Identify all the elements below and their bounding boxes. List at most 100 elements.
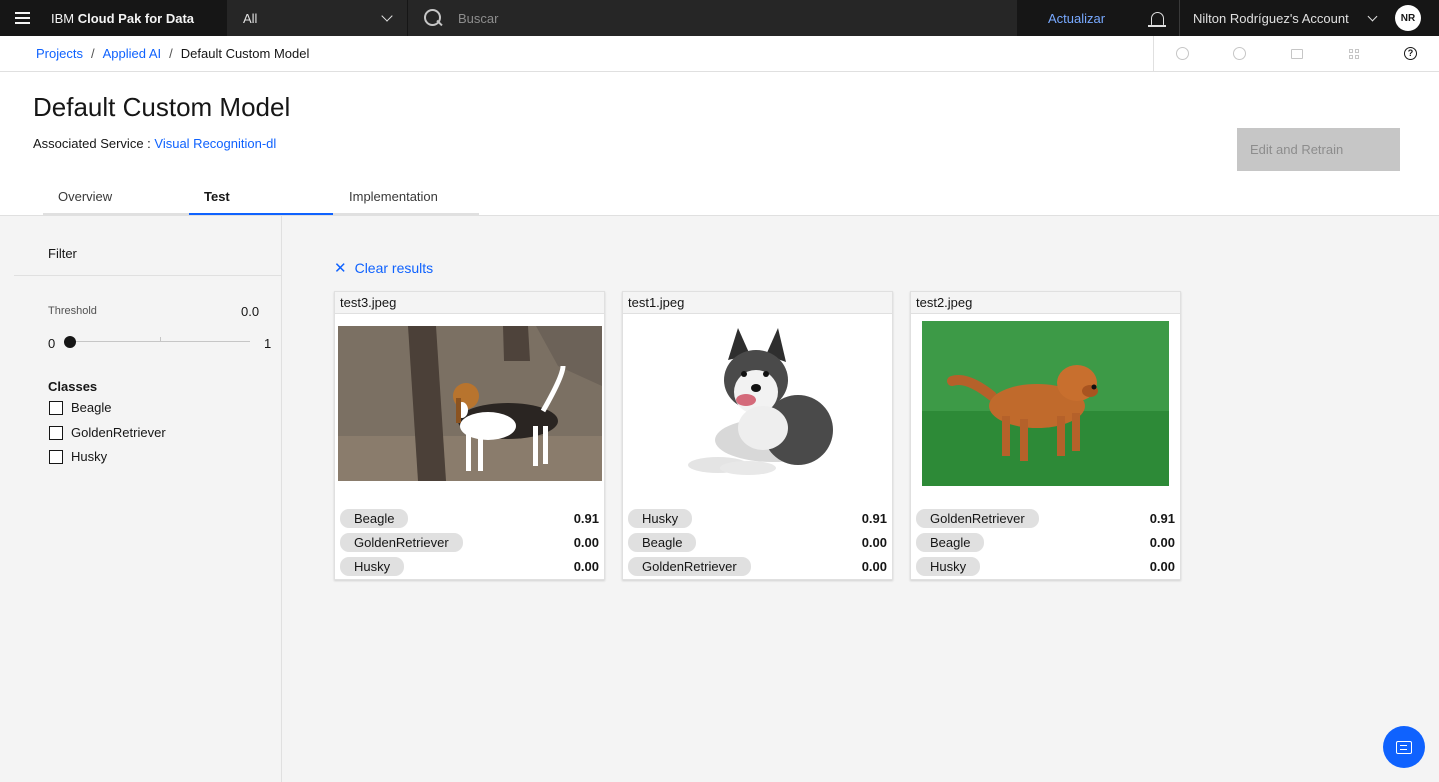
history-button[interactable] — [1211, 36, 1268, 72]
class-tag: Beagle — [628, 532, 697, 552]
associated-service: Associated Service : Visual Recognition-… — [33, 136, 276, 151]
tab-implementation[interactable]: Implementation — [333, 180, 479, 215]
scope-value: All — [243, 10, 258, 26]
search-placeholder: Buscar — [458, 10, 499, 26]
close-icon: ✕ — [334, 260, 347, 277]
history-icon — [1233, 47, 1246, 60]
result-card-test3: test3.jpeg Beagle 0.91 GoldenRetriever 0… — [334, 291, 605, 580]
clear-results-label: Clear results — [354, 260, 434, 276]
card-filename: test1.jpeg — [623, 292, 892, 314]
result-row: Beagle 0.00 — [628, 532, 887, 552]
result-card-test1: test1.jpeg Husky 0.91 Beagle 0.00 Golden… — [622, 291, 893, 580]
class-score: 0.91 — [1149, 510, 1175, 526]
top-navigation-bar: IBM Cloud Pak for Data All Buscar Actual… — [0, 0, 1439, 36]
chat-icon — [1396, 740, 1412, 754]
class-score: 0.00 — [861, 534, 887, 550]
result-row: Husky 0.00 — [916, 556, 1175, 576]
class-tag: Husky — [916, 556, 981, 576]
threshold-slider-handle[interactable] — [64, 336, 76, 348]
result-card-test2: test2.jpeg GoldenRetriever 0.91 Beagle 0… — [910, 291, 1181, 580]
account-switcher[interactable]: Nilton Rodríguez's Account — [1180, 11, 1390, 26]
class-tag: GoldenRetriever — [628, 556, 751, 576]
threshold-label: Threshold — [48, 305, 97, 317]
card-filename: test2.jpeg — [911, 292, 1180, 314]
tab-overview[interactable]: Overview — [43, 180, 189, 215]
filter-heading: Filter — [14, 232, 281, 276]
class-label: Beagle — [71, 400, 112, 415]
tab-test[interactable]: Test — [189, 180, 333, 215]
breadcrumb-applied-ai[interactable]: Applied AI — [103, 46, 162, 61]
result-row: Beagle 0.91 — [340, 508, 599, 528]
class-checkbox-goldenretriever[interactable]: GoldenRetriever — [49, 425, 166, 440]
class-score: 0.91 — [861, 510, 887, 526]
brand-prefix: IBM — [51, 10, 78, 26]
checkbox-icon — [49, 400, 63, 415]
menu-icon[interactable] — [0, 0, 44, 36]
class-tag: Husky — [340, 556, 405, 576]
apps-button[interactable] — [1325, 36, 1382, 72]
breadcrumb-bar: Projects / Applied AI / Default Custom M… — [0, 35, 1439, 72]
edit-and-retrain-button[interactable]: Edit and Retrain — [1237, 128, 1400, 171]
class-checkbox-beagle[interactable]: Beagle — [49, 400, 111, 415]
class-tag: Husky — [628, 508, 693, 528]
breadcrumb-separator: / — [90, 46, 95, 61]
apps-icon — [1348, 48, 1359, 59]
result-row: GoldenRetriever 0.91 — [916, 508, 1175, 528]
clear-results-button[interactable]: ✕ Clear results — [334, 259, 433, 277]
chevron-down-icon — [1367, 11, 1378, 21]
class-score: 0.00 — [1149, 558, 1175, 574]
notifications-button[interactable] — [1136, 0, 1180, 36]
page-title: Default Custom Model — [33, 92, 291, 122]
classes-heading: Classes — [48, 379, 98, 394]
help-icon: ? — [1404, 47, 1417, 60]
class-label: GoldenRetriever — [71, 425, 166, 440]
avatar[interactable]: NR — [1395, 5, 1421, 31]
test-image-beagle — [338, 326, 602, 481]
class-score: 0.00 — [573, 534, 599, 550]
slider-max-label: 1 — [264, 336, 272, 351]
result-row: GoldenRetriever 0.00 — [340, 532, 599, 552]
brand-bold: Cloud Pak for Data — [77, 10, 195, 26]
class-score: 0.00 — [1149, 534, 1175, 550]
result-row: Husky 0.00 — [340, 556, 599, 576]
breadcrumb-separator: / — [169, 46, 173, 61]
scope-dropdown[interactable]: All — [227, 0, 407, 36]
project-toolbar: ? — [1153, 35, 1439, 72]
test-image-goldenretriever — [922, 321, 1169, 486]
account-name: Nilton Rodríguez's Account — [1193, 10, 1349, 26]
class-score: 0.91 — [573, 510, 599, 526]
comments-button[interactable] — [1268, 36, 1325, 72]
comment-icon — [1290, 48, 1303, 59]
checkbox-icon — [49, 425, 63, 440]
test-image-husky — [678, 320, 838, 480]
associated-service-label: Associated Service : — [33, 136, 155, 151]
chat-support-button[interactable] — [1383, 726, 1425, 768]
slider-min-label: 0 — [48, 336, 56, 351]
breadcrumb-projects[interactable]: Projects — [36, 46, 83, 61]
card-filename: test3.jpeg — [335, 292, 604, 314]
chevron-down-icon — [381, 10, 393, 22]
class-checkbox-husky[interactable]: Husky — [49, 449, 107, 464]
info-icon — [1176, 47, 1189, 60]
result-row: Husky 0.91 — [628, 508, 887, 528]
slider-midpoint-tick — [160, 337, 161, 341]
class-tag: GoldenRetriever — [340, 532, 463, 552]
upgrade-link[interactable]: Actualizar — [1017, 11, 1136, 26]
breadcrumb-current: Default Custom Model — [180, 46, 310, 61]
result-row: Beagle 0.00 — [916, 532, 1175, 552]
filter-sidebar: Filter Threshold 0.0 0 1 Classes Beagle … — [0, 216, 282, 782]
info-button[interactable] — [1154, 36, 1211, 72]
class-score: 0.00 — [861, 558, 887, 574]
search-input[interactable]: Buscar — [407, 0, 1017, 36]
threshold-slider-track[interactable] — [70, 341, 250, 342]
search-icon — [424, 9, 442, 27]
help-button[interactable]: ? — [1382, 36, 1439, 72]
class-tag: Beagle — [916, 532, 985, 552]
product-name[interactable]: IBM Cloud Pak for Data — [44, 11, 227, 26]
associated-service-link[interactable]: Visual Recognition-dl — [154, 136, 276, 151]
class-score: 0.00 — [573, 558, 599, 574]
class-label: Husky — [71, 449, 108, 464]
result-row: GoldenRetriever 0.00 — [628, 556, 887, 576]
breadcrumb: Projects / Applied AI / Default Custom M… — [0, 46, 1153, 61]
page-header: Default Custom Model Associated Service … — [0, 72, 1439, 216]
